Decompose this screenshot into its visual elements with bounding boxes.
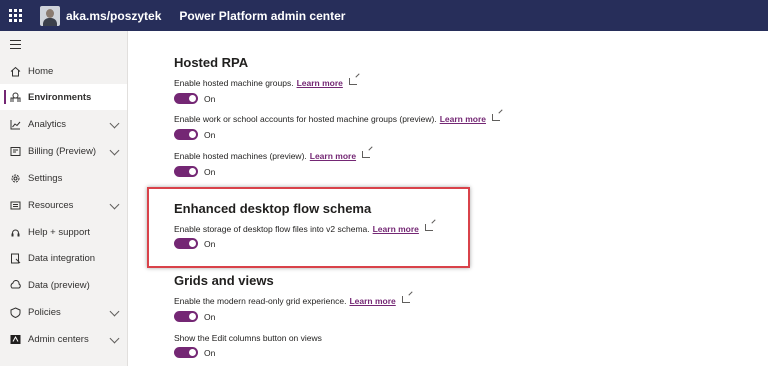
resources-icon (9, 199, 21, 211)
sidebar-item-resources[interactable]: Resources (0, 192, 127, 218)
brand-text[interactable]: aka.ms/poszytek (66, 9, 161, 23)
setting-hosted-machines: Enable hosted machines (preview). Learn m… (174, 151, 371, 161)
toggle-edit-columns-button[interactable]: On (174, 347, 215, 358)
external-link-icon (362, 151, 371, 158)
sidebar-item-help-support[interactable]: Help + support (0, 219, 127, 245)
learn-more-link[interactable]: Learn more (373, 224, 419, 234)
environments-icon (9, 91, 21, 103)
external-link-icon (424, 224, 433, 231)
billing-icon (9, 145, 21, 157)
policies-icon (9, 306, 21, 318)
sidebar-item-label: Billing (Preview) (28, 145, 97, 157)
learn-more-link[interactable]: Learn more (297, 78, 343, 88)
toggle-switch[interactable] (174, 347, 198, 358)
setting-v2-schema-storage: Enable storage of desktop flow files int… (174, 224, 433, 234)
toggle-state-label: On (204, 93, 216, 104)
sidebar-item-label: Data (preview) (28, 279, 90, 291)
sidebar-item-label: Policies (28, 306, 61, 318)
sidebar-item-environments[interactable]: Environments (0, 84, 127, 110)
sidebar-item-data-preview[interactable]: Data (preview) (0, 272, 127, 298)
sidebar-item-label: Environments (28, 91, 92, 103)
home-icon (9, 65, 21, 77)
setting-work-school-accounts: Enable work or school accounts for hoste… (174, 114, 500, 124)
section-title-hosted-rpa: Hosted RPA (174, 55, 249, 70)
toggle-state-label: On (204, 347, 216, 358)
sidebar-item-label: Help + support (28, 226, 91, 238)
sidebar: Home Environments Analytics Billing (Pre… (0, 31, 128, 366)
chevron-down-icon[interactable] (109, 199, 120, 210)
section-title-grids-views: Grids and views (174, 273, 274, 288)
sidebar-item-settings[interactable]: Settings (0, 165, 127, 191)
section-title-enhanced-schema: Enhanced desktop flow schema (174, 201, 372, 216)
chevron-down-icon[interactable] (109, 333, 120, 344)
sidebar-item-analytics[interactable]: Analytics (0, 111, 127, 137)
toggle-v2-schema-storage[interactable]: On (174, 238, 215, 249)
data-integration-icon (9, 252, 21, 264)
learn-more-link[interactable]: Learn more (349, 296, 395, 306)
setting-edit-columns-button: Show the Edit columns button on views (174, 333, 322, 343)
toggle-work-school-accounts[interactable]: On (174, 129, 215, 140)
sidebar-item-billing[interactable]: Billing (Preview) (0, 138, 127, 164)
sidebar-item-label: Analytics (28, 118, 67, 130)
toggle-state-label: On (204, 311, 216, 322)
sidebar-item-label: Resources (28, 199, 74, 211)
app-launcher-icon[interactable] (0, 0, 30, 31)
learn-more-link[interactable]: Learn more (310, 151, 356, 161)
toggle-state-label: On (204, 166, 216, 177)
data-preview-icon (9, 279, 21, 291)
sidebar-item-label: Home (28, 65, 54, 77)
setting-modern-grid: Enable the modern read-only grid experie… (174, 296, 410, 306)
toggle-hosted-machine-groups[interactable]: On (174, 93, 215, 104)
avatar[interactable] (40, 5, 60, 26)
chevron-down-icon[interactable] (109, 118, 120, 129)
toggle-switch[interactable] (174, 166, 198, 177)
sidebar-item-label: Settings (28, 172, 63, 184)
toggle-state-label: On (204, 129, 216, 140)
toggle-hosted-machines[interactable]: On (174, 166, 215, 177)
analytics-icon (9, 118, 21, 130)
external-link-icon (401, 296, 410, 303)
toggle-state-label: On (204, 238, 216, 249)
external-link-icon (348, 78, 357, 85)
toggle-switch[interactable] (174, 93, 198, 104)
sidebar-item-data-integration[interactable]: Data integration (0, 245, 127, 271)
main-content: Hosted RPA Enable hosted machine groups.… (128, 31, 768, 366)
sidebar-item-home[interactable]: Home (0, 58, 127, 84)
sidebar-item-label: Admin centers (28, 333, 89, 345)
admin-centers-icon (9, 333, 21, 345)
hamburger-menu-icon[interactable] (10, 40, 21, 52)
chevron-down-icon[interactable] (109, 145, 120, 156)
top-bar: aka.ms/poszytek Power Platform admin cen… (0, 0, 768, 31)
setting-hosted-machine-groups: Enable hosted machine groups. Learn more (174, 78, 357, 88)
app-title[interactable]: Power Platform admin center (179, 9, 345, 23)
help-icon (9, 226, 21, 238)
toggle-switch[interactable] (174, 311, 198, 322)
gear-icon (9, 172, 21, 184)
toggle-switch[interactable] (174, 129, 198, 140)
external-link-icon (491, 114, 500, 121)
toggle-modern-grid[interactable]: On (174, 311, 215, 322)
sidebar-item-admin-centers[interactable]: Admin centers (0, 326, 127, 352)
sidebar-item-label: Data integration (28, 252, 96, 264)
learn-more-link[interactable]: Learn more (440, 114, 486, 124)
sidebar-item-policies[interactable]: Policies (0, 299, 127, 325)
chevron-down-icon[interactable] (109, 306, 120, 317)
toggle-switch[interactable] (174, 238, 198, 249)
